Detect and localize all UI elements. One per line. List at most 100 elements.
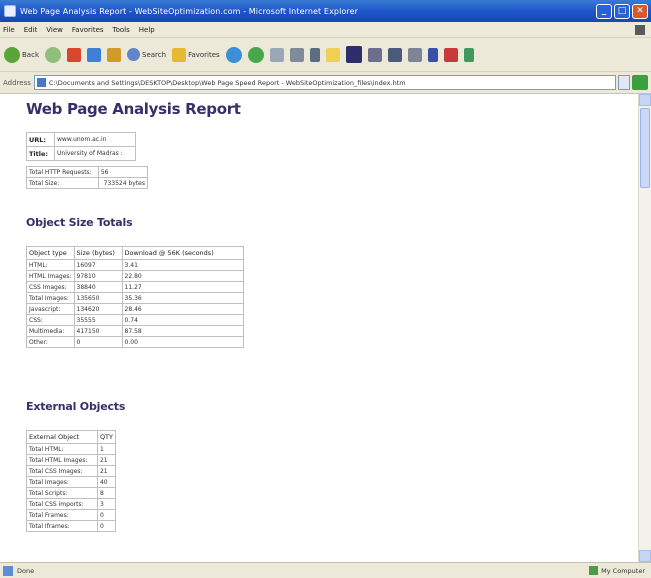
- page-title: Web Page Analysis Report: [26, 100, 241, 118]
- address-label: Address: [3, 78, 31, 87]
- qty-cell: 0: [96, 509, 117, 521]
- ext-button-3[interactable]: [387, 47, 402, 62]
- url-label: URL:: [26, 132, 55, 147]
- table-row: Total Images: 135650 35.36: [26, 292, 245, 304]
- object-type-cell: Other:: [26, 336, 75, 348]
- mail-button[interactable]: [269, 47, 284, 62]
- table-row: Total HTML: 1: [26, 443, 117, 455]
- stop-icon: [67, 47, 81, 62]
- security-zone: My Computer: [589, 566, 645, 575]
- object-type-cell: Multimedia:: [26, 325, 75, 337]
- stop-button[interactable]: [67, 47, 81, 62]
- search-label: Search: [142, 50, 167, 59]
- external-objects-heading: External Objects: [26, 400, 126, 413]
- refresh-button[interactable]: [87, 47, 101, 62]
- ext-button-2[interactable]: [367, 47, 382, 62]
- external-object-cell: Total Images:: [26, 476, 98, 488]
- go-button[interactable]: [632, 75, 648, 90]
- object-type-cell: Total Images:: [26, 292, 75, 304]
- home-button[interactable]: [107, 47, 121, 62]
- address-input[interactable]: C:\Documents and Settings\DESKTOP\Deskto…: [33, 75, 616, 90]
- table-row: Total Images: 40: [26, 476, 117, 488]
- size-value: 733524 bytes: [97, 177, 149, 189]
- external-object-cell: Total Scripts:: [26, 487, 98, 499]
- requests-value: 56: [97, 166, 149, 178]
- favorites-button[interactable]: Favorites: [172, 47, 220, 62]
- menu-tools[interactable]: Tools: [113, 26, 130, 34]
- forward-button[interactable]: [45, 46, 61, 63]
- status-text: Done: [17, 566, 35, 575]
- download-cell: 3.41: [121, 259, 245, 271]
- external-object-cell: Total HTML Images:: [26, 454, 98, 466]
- zero-icon: [427, 47, 438, 62]
- grid-icon: [387, 47, 402, 62]
- k-icon: [443, 47, 458, 62]
- mail-icon: [269, 47, 284, 62]
- menu-edit[interactable]: Edit: [24, 26, 38, 34]
- download-cell: 0.00: [121, 336, 245, 348]
- column-header: QTY: [96, 430, 117, 444]
- folder-button[interactable]: [325, 47, 340, 62]
- ext-button-6[interactable]: [443, 47, 458, 62]
- qty-cell: 40: [96, 476, 117, 488]
- search-icon: [127, 48, 140, 61]
- minimize-button[interactable]: _: [596, 3, 612, 19]
- table-row: Total Frames: 0: [26, 509, 117, 521]
- ext-button-5[interactable]: [427, 47, 438, 62]
- scrollbar-thumb[interactable]: [640, 108, 650, 188]
- history-icon: [247, 46, 264, 63]
- menu-favorites[interactable]: Favorites: [72, 26, 104, 34]
- size-cell: 0: [73, 336, 123, 348]
- menu-file[interactable]: File: [3, 26, 15, 34]
- print-button[interactable]: [289, 47, 304, 62]
- download-cell: 87.58: [121, 325, 245, 337]
- dollar-icon: [463, 47, 474, 62]
- external-object-cell: Total HTML:: [26, 443, 98, 455]
- download-cell: 28.46: [121, 303, 245, 315]
- computer-icon: [589, 566, 599, 575]
- summary-table: Total HTTP Requests: 56 Total Size: 7335…: [26, 166, 149, 189]
- toolbar: Back Search Favorites: [0, 38, 651, 72]
- qty-cell: 21: [96, 465, 117, 477]
- back-button[interactable]: Back: [4, 46, 39, 63]
- page-done-icon: [3, 565, 13, 576]
- external-object-cell: Total CSS Images:: [26, 465, 98, 477]
- download-cell: 22.80: [121, 270, 245, 282]
- menu-help[interactable]: Help: [139, 26, 155, 34]
- qty-cell: 21: [96, 454, 117, 466]
- star-icon: [172, 47, 187, 62]
- vertical-scrollbar[interactable]: [638, 94, 651, 562]
- table-row: Other: 0 0.00: [26, 336, 245, 348]
- scroll-down-arrow-icon[interactable]: [639, 550, 651, 562]
- status-bar: Done My Computer: [0, 562, 651, 578]
- size-cell: 135650: [73, 292, 123, 304]
- menu-view[interactable]: View: [46, 26, 63, 34]
- table-row: Multimedia: 417150 87.58: [26, 325, 245, 337]
- size-cell: 97810: [73, 270, 123, 282]
- ie-icon: [4, 5, 16, 17]
- title-bar: Web Page Analysis Report - WebSiteOptimi…: [0, 0, 651, 22]
- table-row: Total HTTP Requests: 56: [26, 166, 149, 178]
- ext-button-4[interactable]: [407, 47, 422, 62]
- column-header: Object type: [26, 246, 75, 260]
- ext-button-h[interactable]: [345, 46, 362, 63]
- maximize-button[interactable]: □: [614, 3, 630, 19]
- scroll-up-arrow-icon[interactable]: [639, 94, 651, 106]
- requests-label: Total HTTP Requests:: [26, 166, 99, 178]
- ext-button-7[interactable]: [463, 47, 474, 62]
- search-button[interactable]: Search: [127, 48, 166, 61]
- menu-bar: File Edit View Favorites Tools Help: [0, 22, 651, 38]
- close-button[interactable]: ✕: [632, 3, 648, 19]
- edit-button[interactable]: [309, 47, 320, 62]
- media-button[interactable]: [225, 46, 242, 63]
- object-type-cell: HTML Images:: [26, 270, 75, 282]
- window-controls: _ □ ✕: [596, 3, 648, 19]
- table-row: CSS Images: 38840 11.27: [26, 281, 245, 293]
- table-row: HTML Images: 97810 22.80: [26, 270, 245, 282]
- address-dropdown-button[interactable]: [618, 75, 630, 90]
- page-viewport: Web Page Analysis Report URL: www.unom.a…: [0, 94, 651, 562]
- object-type-cell: HTML:: [26, 259, 75, 271]
- table-row: URL: www.unom.ac.in: [26, 132, 136, 147]
- history-button[interactable]: [247, 46, 264, 63]
- page-icon: [407, 47, 422, 62]
